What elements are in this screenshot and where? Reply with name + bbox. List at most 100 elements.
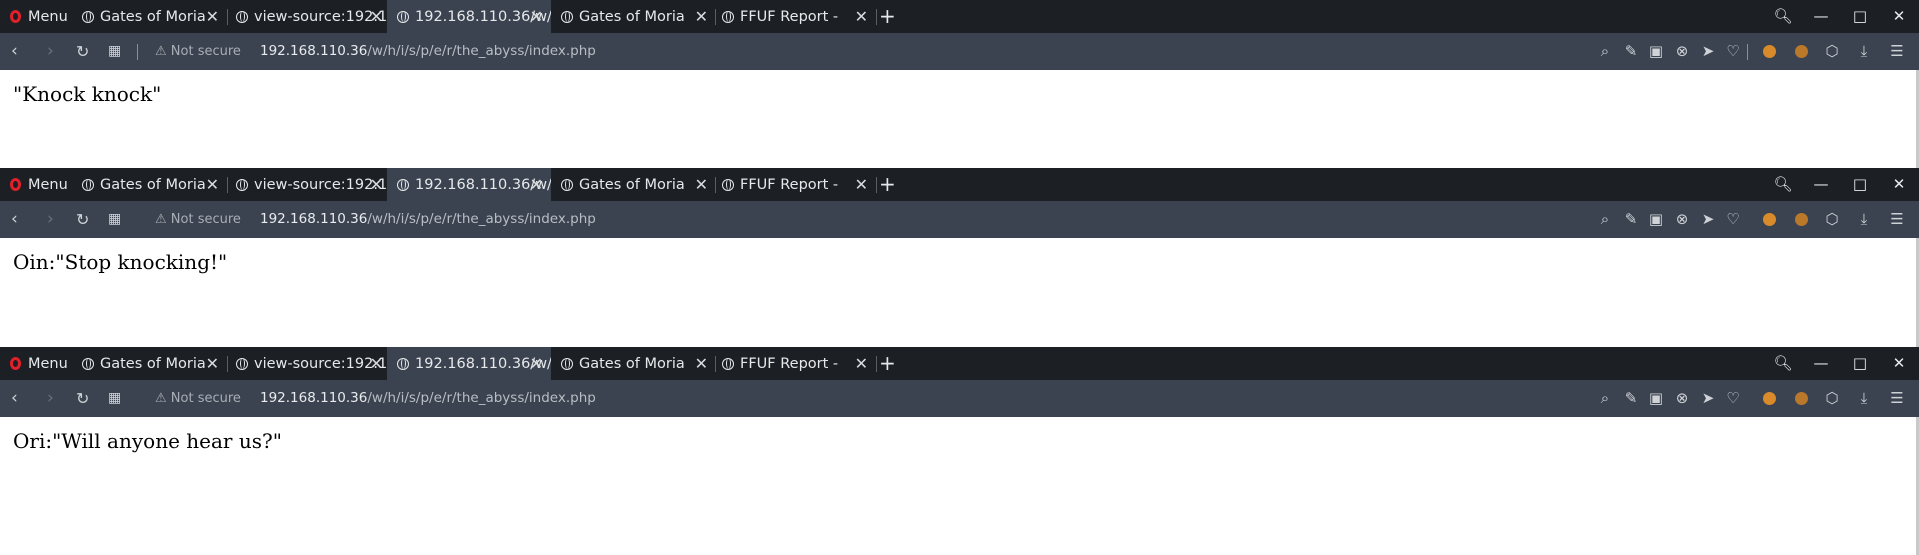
tab-gates-of-moria[interactable]: Gates of Moria ✕ — [72, 168, 227, 201]
security-indicator[interactable]: ⚠ Not secure — [155, 201, 241, 238]
tab-gates-of-moria-2[interactable]: Gates of Moria ✕ — [551, 168, 716, 201]
security-indicator[interactable]: ⚠ Not secure — [155, 33, 241, 70]
tab-active-page[interactable]: 192.168.110.36/w/h/i/s/p/e/r/the_abyss/i… — [387, 168, 551, 201]
minimize-icon[interactable]: — — [1811, 347, 1831, 380]
camera-icon[interactable]: ▣ — [1647, 201, 1665, 238]
maximize-icon[interactable]: □ — [1850, 347, 1870, 380]
easy-setup-icon[interactable]: ☰ — [1888, 380, 1906, 417]
tab-close-icon[interactable]: ✕ — [206, 347, 219, 380]
new-tab-button[interactable]: + — [879, 347, 896, 380]
cookie-icon[interactable] — [1795, 45, 1808, 58]
opera-menu-button[interactable]: Menu — [10, 347, 68, 380]
tab-active-page[interactable]: 192.168.110.36/w/h/i/s/p/e/r/the_abyss/i… — [387, 0, 551, 33]
reload-icon[interactable]: ↻ — [76, 33, 89, 70]
camera-icon[interactable]: ▣ — [1647, 380, 1665, 417]
zoom-icon[interactable]: ⌕ — [1596, 380, 1614, 417]
forward-icon[interactable]: › — [47, 201, 54, 238]
search-icon[interactable]: 🔍︎ — [1773, 168, 1793, 201]
minimize-icon[interactable]: — — [1811, 168, 1831, 201]
reload-icon[interactable]: ↻ — [76, 201, 89, 238]
back-icon[interactable]: ‹ — [11, 33, 18, 70]
block-icon[interactable]: ⊗ — [1673, 380, 1691, 417]
zoom-icon[interactable]: ⌕ — [1596, 201, 1614, 238]
block-icon[interactable]: ⊗ — [1673, 201, 1691, 238]
tab-view-source[interactable]: view-source:192.168.110.36/w/h/i/s/p/e/r… — [233, 0, 391, 33]
heart-icon[interactable]: ♡ — [1724, 380, 1742, 417]
opera-menu-button[interactable]: Menu — [10, 0, 68, 33]
tab-ffuf-report[interactable]: FFUF Report - ✕ — [712, 347, 876, 380]
edit-icon[interactable]: ✎ — [1622, 201, 1640, 238]
forward-icon[interactable]: › — [47, 380, 54, 417]
tab-close-icon[interactable]: ✕ — [530, 347, 543, 380]
minimize-icon[interactable]: — — [1811, 0, 1831, 33]
tab-close-icon[interactable]: ✕ — [206, 0, 219, 33]
maximize-icon[interactable]: □ — [1850, 0, 1870, 33]
tab-view-source[interactable]: view-source:192.168.110.36/w/h/i/s/p/e/r… — [233, 168, 391, 201]
url-field[interactable]: 192.168.110.36/w/h/i/s/p/e/r/the_abyss/i… — [260, 201, 596, 238]
heart-icon[interactable]: ♡ — [1724, 33, 1742, 70]
easy-setup-icon[interactable]: ☰ — [1888, 33, 1906, 70]
tab-close-icon[interactable]: ✕ — [855, 347, 868, 380]
tab-close-icon[interactable]: ✕ — [530, 168, 543, 201]
cookie-icon[interactable] — [1795, 392, 1808, 405]
tab-close-icon[interactable]: ✕ — [206, 168, 219, 201]
close-icon[interactable]: ✕ — [1889, 0, 1909, 33]
back-icon[interactable]: ‹ — [11, 201, 18, 238]
edit-icon[interactable]: ✎ — [1622, 380, 1640, 417]
globe-icon — [82, 357, 94, 370]
close-icon[interactable]: ✕ — [1889, 347, 1909, 380]
send-icon[interactable]: ➤ — [1699, 201, 1717, 238]
tab-view-source[interactable]: view-source:192.168.110.36/w/h/i/s/p/e/r… — [233, 347, 391, 380]
block-icon[interactable]: ⊗ — [1673, 33, 1691, 70]
send-icon[interactable]: ➤ — [1699, 380, 1717, 417]
tab-close-icon[interactable]: ✕ — [695, 0, 708, 33]
tab-close-icon[interactable]: ✕ — [695, 347, 708, 380]
search-icon[interactable]: 🔍︎ — [1773, 0, 1793, 33]
tab-close-icon[interactable]: ✕ — [855, 168, 868, 201]
tab-close-icon[interactable]: ✕ — [530, 0, 543, 33]
download-icon[interactable]: ⤓ — [1855, 33, 1873, 70]
download-icon[interactable]: ⤓ — [1855, 201, 1873, 238]
opera-menu-button[interactable]: Menu — [10, 168, 68, 201]
zoom-icon[interactable]: ⌕ — [1596, 33, 1614, 70]
tab-gates-of-moria-2[interactable]: Gates of Moria ✕ — [551, 347, 716, 380]
camera-icon[interactable]: ▣ — [1647, 33, 1665, 70]
cookie-icon[interactable] — [1795, 213, 1808, 226]
tab-ffuf-report[interactable]: FFUF Report - ✕ — [712, 0, 876, 33]
tab-close-icon[interactable]: ✕ — [695, 168, 708, 201]
extension-icon[interactable] — [1763, 213, 1776, 226]
tab-close-icon[interactable]: ✕ — [855, 0, 868, 33]
box-icon[interactable]: ⬡ — [1823, 380, 1841, 417]
box-icon[interactable]: ⬡ — [1823, 33, 1841, 70]
box-icon[interactable]: ⬡ — [1823, 201, 1841, 238]
send-icon[interactable]: ➤ — [1699, 33, 1717, 70]
security-indicator[interactable]: ⚠ Not secure — [155, 380, 241, 417]
url-field[interactable]: 192.168.110.36/w/h/i/s/p/e/r/the_abyss/i… — [260, 380, 596, 417]
back-icon[interactable]: ‹ — [11, 380, 18, 417]
url-field[interactable]: 192.168.110.36/w/h/i/s/p/e/r/the_abyss/i… — [260, 33, 596, 70]
tab-close-icon[interactable]: ✕ — [370, 347, 383, 380]
new-tab-button[interactable]: + — [879, 168, 896, 201]
tab-gates-of-moria[interactable]: Gates of Moria ✕ — [72, 347, 227, 380]
tab-gates-of-moria[interactable]: Gates of Moria ✕ — [72, 0, 227, 33]
extension-icon[interactable] — [1763, 392, 1776, 405]
new-tab-button[interactable]: + — [879, 0, 896, 33]
easy-setup-icon[interactable]: ☰ — [1888, 201, 1906, 238]
tiles-icon[interactable]: ▦ — [108, 33, 121, 70]
tab-close-icon[interactable]: ✕ — [370, 0, 383, 33]
reload-icon[interactable]: ↻ — [76, 380, 89, 417]
extension-icon[interactable] — [1763, 45, 1776, 58]
download-icon[interactable]: ⤓ — [1855, 380, 1873, 417]
tab-ffuf-report[interactable]: FFUF Report - ✕ — [712, 168, 876, 201]
heart-icon[interactable]: ♡ — [1724, 201, 1742, 238]
tiles-icon[interactable]: ▦ — [108, 201, 121, 238]
tab-active-page[interactable]: 192.168.110.36/w/h/i/s/p/e/r/the_abyss/i… — [387, 347, 551, 380]
close-icon[interactable]: ✕ — [1889, 168, 1909, 201]
search-icon[interactable]: 🔍︎ — [1773, 347, 1793, 380]
tab-close-icon[interactable]: ✕ — [370, 168, 383, 201]
tab-gates-of-moria-2[interactable]: Gates of Moria ✕ — [551, 0, 716, 33]
forward-icon[interactable]: › — [47, 33, 54, 70]
edit-icon[interactable]: ✎ — [1622, 33, 1640, 70]
maximize-icon[interactable]: □ — [1850, 168, 1870, 201]
tiles-icon[interactable]: ▦ — [108, 380, 121, 417]
